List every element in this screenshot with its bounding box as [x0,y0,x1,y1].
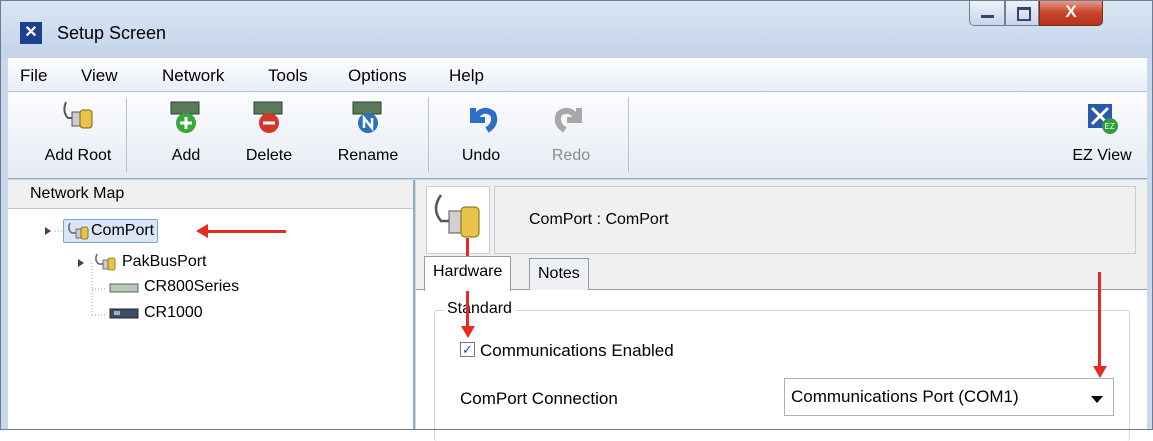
minimize-button[interactable] [969,0,1005,26]
comport-connection-value: Communications Port (COM1) [791,387,1019,406]
ez-view-icon: EZ [1088,104,1118,134]
tree-item-cr800series[interactable]: CR800Series [108,278,239,296]
detail-header-icon-box [426,186,490,254]
tree-item-label: PakBusPort [122,253,207,270]
redo-button[interactable]: Redo [546,98,596,165]
comms-enabled-label: Communications Enabled [480,341,674,360]
annotation-arrow-down-icon [1093,366,1107,378]
datalogger-icon [109,283,139,293]
tree-item-label: ComPort [91,222,155,239]
comport-icon [68,222,89,240]
comport-connection-label: ComPort Connection [460,389,618,408]
maximize-icon [1017,7,1031,21]
tree-item-label: CR1000 [144,304,203,321]
toolbar-separator [628,98,629,172]
undo-icon [470,107,498,133]
detail-header: ComPort : ComPort [494,186,1136,254]
close-button[interactable]: X [1039,0,1103,26]
ez-view-button[interactable]: EZ EZ View [1066,98,1138,165]
ez-view-label: EZ View [1072,147,1132,164]
standard-group [434,310,1130,441]
undo-button[interactable]: Undo [456,98,506,165]
minimize-icon [981,15,994,18]
undo-label: Undo [461,147,501,164]
detail-header-name: ComPort : ComPort [529,211,669,228]
tree-lines [45,227,106,316]
tree-item-pakbusport[interactable]: PakBusPort [94,252,206,272]
datalogger-icon [109,308,139,319]
menu-help[interactable]: Help [449,66,484,86]
redo-label: Redo [551,147,591,164]
pakbusport-icon [95,253,116,271]
close-icon: X [1065,2,1077,21]
annotation-arrow-left-icon [196,224,208,238]
standard-group-label: Standard [444,300,515,318]
maximize-button[interactable] [1005,0,1039,26]
tree-item-cr1000[interactable]: CR1000 [108,304,203,322]
tab-notes[interactable]: Notes [529,258,589,290]
toolbar-separator [428,98,429,172]
tab-hardware[interactable]: Hardware [424,256,512,291]
comport-connection-select[interactable]: Communications Port (COM1) [784,378,1114,416]
tree-item-comport[interactable]: ComPort [63,219,159,243]
chevron-down-icon [1091,396,1103,403]
setup-window: ✕ Setup Screen X File View Network Tools… [0,0,1153,441]
annotation-arrow-shaft [208,230,286,233]
svg-text:EZ: EZ [1105,122,1115,131]
annotation-arrow-down-icon [461,326,475,338]
annotation-arrow-shaft [1098,272,1101,368]
tree-item-label: CR800Series [144,278,240,295]
redo-icon [554,107,582,133]
comms-enabled-checkbox[interactable]: ✓ [460,342,475,357]
comport-icon [434,194,480,238]
